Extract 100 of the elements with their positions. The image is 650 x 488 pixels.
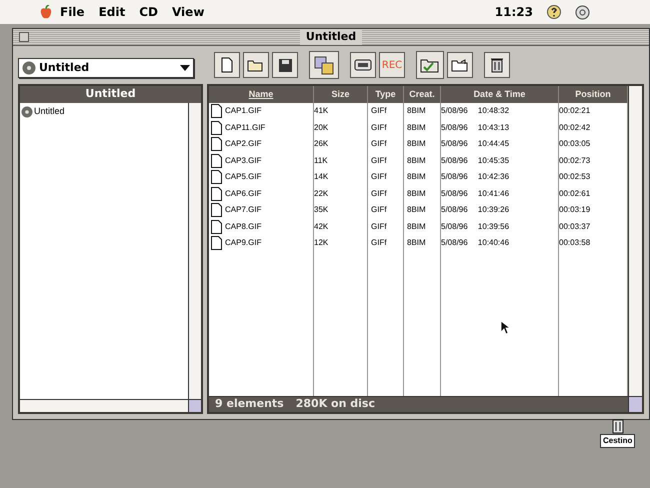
- document-icon: [211, 203, 222, 218]
- table-cell-text: GIFf: [370, 171, 388, 183]
- table-cell-text: 5/08/96 10:48:32: [441, 105, 510, 117]
- table-cell-text: GIFf: [370, 154, 388, 166]
- table-cell-text: 5/08/96 10:39:56: [441, 220, 510, 232]
- table-cell-text: 00:02:61: [559, 188, 592, 200]
- save-button[interactable]: [272, 52, 298, 78]
- disc-icon: [22, 61, 36, 75]
- table-cell-text: 00:03:19: [559, 204, 592, 216]
- document-icon: [211, 120, 222, 135]
- disc-icon: [21, 106, 33, 118]
- table-cell-text: 5/08/96 10:45:35: [441, 154, 510, 166]
- trash-label[interactable]: Cestino: [600, 434, 636, 448]
- trash-icon[interactable]: [610, 418, 625, 434]
- document-icon: [211, 170, 222, 184]
- open-button[interactable]: [243, 52, 269, 78]
- table-cell-text: 5/08/96 10:43:13: [441, 122, 510, 134]
- table-cell-text: 20K: [314, 122, 330, 134]
- sidebar-item[interactable]: Untitled: [34, 105, 65, 118]
- trash-button[interactable]: [484, 52, 510, 78]
- table-cell-text: 8BIM: [406, 237, 427, 249]
- table-cell-text: 11K: [314, 154, 329, 166]
- table-cell-text: 42K: [314, 220, 330, 232]
- table-cell-text: 00:02:53: [559, 171, 592, 183]
- menu-item[interactable]: Edit: [98, 3, 126, 21]
- column-header[interactable]: Creat.: [404, 86, 441, 103]
- resize-box[interactable]: [188, 400, 201, 412]
- document-icon: [211, 220, 222, 234]
- vertical-scrollbar[interactable]: [188, 103, 201, 399]
- file-name[interactable]: CAP6.GIF: [225, 188, 262, 200]
- table-cell-text: GIFf: [370, 122, 388, 134]
- table-cell-text: 5/08/96 10:40:46: [441, 237, 510, 249]
- apple-logo-icon[interactable]: [40, 5, 52, 19]
- table-cell-text: 26K: [314, 138, 330, 150]
- trash-icon: [491, 57, 503, 73]
- table-cell-text: 8BIM: [406, 171, 427, 183]
- document-icon: [211, 137, 222, 152]
- table-cell-text: 00:03:05: [559, 138, 592, 150]
- table-cell-text: 8BIM: [406, 138, 427, 150]
- table-cell-text: 35K: [314, 204, 330, 216]
- table-cell-text: 41K: [314, 105, 330, 117]
- table-cell-text: GIFf: [370, 220, 388, 232]
- menu-item[interactable]: View: [172, 3, 204, 21]
- volume-popup[interactable]: Untitled: [18, 58, 194, 78]
- table-cell-text: 5/08/96 10:41:46: [441, 188, 510, 200]
- table-cell-text: 12K: [314, 237, 330, 249]
- close-box[interactable]: [19, 32, 29, 42]
- table-cell-text: 22K: [314, 188, 330, 200]
- column-header[interactable]: Date & Time: [441, 86, 559, 103]
- table-cell-text: GIFf: [370, 204, 388, 216]
- application-menu-icon[interactable]: [575, 4, 590, 20]
- tape-button[interactable]: [350, 52, 376, 78]
- connect-button[interactable]: [309, 51, 339, 79]
- file-name[interactable]: CAP7.GIF: [225, 204, 262, 216]
- horizontal-scrollbar[interactable]: [20, 400, 188, 412]
- import-button[interactable]: [416, 51, 444, 79]
- file-name[interactable]: CAP1.GIF: [225, 105, 262, 118]
- table-cell-text: 14K: [314, 171, 330, 183]
- file-name[interactable]: CAP8.GIF: [225, 220, 262, 233]
- menu-item[interactable]: File: [60, 3, 85, 21]
- menu-clock: 11:23: [494, 4, 533, 21]
- table-cell-text: 8BIM: [406, 105, 427, 117]
- column-header[interactable]: Type: [368, 86, 404, 103]
- window-title: Untitled: [300, 28, 362, 46]
- file-name[interactable]: CAP2.GIF: [225, 138, 262, 150]
- file-name[interactable]: CAP3.GIF: [225, 154, 262, 167]
- table-cell-text: 8BIM: [406, 188, 427, 200]
- resize-box[interactable]: [628, 397, 642, 412]
- table-cell-text: GIFf: [370, 237, 388, 249]
- column-header[interactable]: Name: [209, 86, 314, 103]
- element-count: 9 elements: [215, 396, 284, 412]
- table-cell-text: 8BIM: [406, 154, 427, 166]
- file-name[interactable]: CAP11.GIF: [225, 122, 266, 134]
- document-icon: [211, 236, 222, 250]
- vertical-scrollbar[interactable]: [628, 86, 642, 396]
- help-icon[interactable]: [547, 5, 561, 19]
- table-cell-text: GIFf: [370, 188, 388, 200]
- menu-item[interactable]: CD: [139, 3, 158, 21]
- document-icon: [221, 57, 233, 73]
- mouse-pointer-icon: [500, 320, 510, 335]
- documents-icon: [313, 55, 335, 75]
- folder-icon: [247, 58, 265, 72]
- table-cell-text: 5/08/96 10:39:26: [441, 204, 510, 216]
- file-name[interactable]: CAP5.GIF: [225, 171, 262, 184]
- table-cell-text: 8BIM: [406, 122, 427, 134]
- table-cell-text: 5/08/96 10:42:36: [441, 171, 510, 183]
- new-file-button[interactable]: [214, 52, 240, 78]
- column-header[interactable]: Size: [314, 86, 368, 103]
- document-icon: [211, 104, 222, 118]
- folder-arrow-icon: [451, 58, 469, 72]
- cassette-icon: [354, 59, 372, 71]
- export-button[interactable]: [447, 52, 473, 78]
- table-cell-text: 8BIM: [406, 204, 427, 216]
- table-cell-text: 00:03:58: [559, 237, 592, 249]
- table-cell-text: 00:02:21: [559, 105, 592, 117]
- file-name[interactable]: CAP9.GIF: [225, 237, 262, 250]
- table-cell-text: 8BIM: [406, 220, 427, 232]
- disk-usage: 280K on disc: [296, 396, 375, 412]
- sidebar-header: Untitled: [20, 86, 201, 103]
- table-cell-text: 00:02:73: [559, 154, 592, 166]
